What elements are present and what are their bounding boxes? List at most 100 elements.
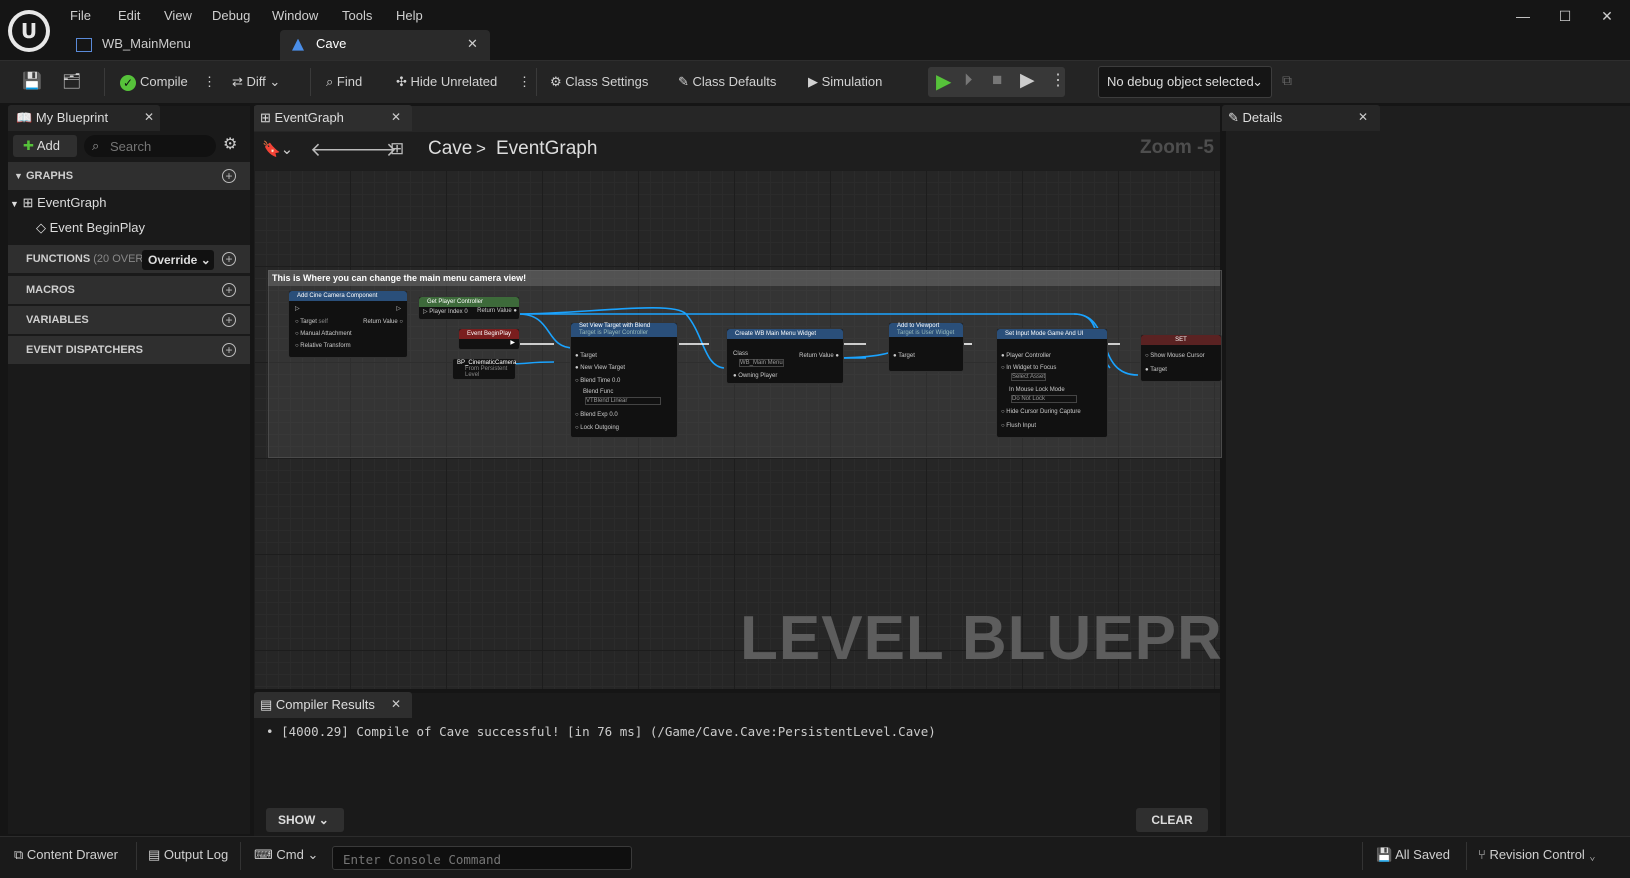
output-log-button[interactable]: ▤ Output Log bbox=[148, 847, 228, 863]
settings-gear-icon[interactable]: ⚙ bbox=[223, 134, 237, 154]
hide-cursor-pin[interactable]: ○ Hide Cursor During Capture bbox=[1001, 409, 1081, 415]
compile-options-icon[interactable]: ⋮ bbox=[203, 70, 216, 94]
tree-item-event-beginplay[interactable]: ◇ Event BeginPlay bbox=[36, 220, 145, 236]
hide-unrelated-button[interactable]: ✣ Hide Unrelated bbox=[396, 70, 497, 94]
step-icon[interactable]: ⏵ bbox=[964, 70, 973, 90]
blend-func-select[interactable]: VTBlend Linear bbox=[585, 397, 661, 405]
exec-in-pin[interactable]: ▷ bbox=[295, 305, 300, 312]
menu-edit[interactable]: Edit bbox=[112, 6, 146, 25]
diff-button[interactable]: ⇄ Diff ⌄ bbox=[232, 70, 280, 94]
menu-debug[interactable]: Debug bbox=[206, 6, 256, 25]
node-add-camera[interactable]: Add Cine Camera Component ▷ ▷ ○ Target s… bbox=[288, 290, 408, 358]
menu-view[interactable]: View bbox=[158, 6, 198, 25]
node-event-beginplay[interactable]: Event BeginPlay ▶ bbox=[458, 328, 520, 350]
browse-icon[interactable]: 🗂 bbox=[62, 70, 81, 94]
blend-exp-pin[interactable]: ○ Blend Exp 0.0 bbox=[575, 412, 618, 418]
target-pin[interactable]: ● Target bbox=[1145, 367, 1167, 373]
revision-control-button[interactable]: ⑂ Revision Control ⌄ bbox=[1478, 847, 1596, 862]
simulation-button[interactable]: ▶ Simulation bbox=[808, 70, 882, 94]
stop-icon[interactable]: ■ bbox=[992, 70, 1002, 90]
target-pin[interactable]: ● Target bbox=[893, 353, 915, 359]
all-saved-button[interactable]: 💾 All Saved bbox=[1376, 847, 1450, 863]
bookmark-icon[interactable]: 🔖⌄ bbox=[262, 140, 293, 158]
node-get-player-controller[interactable]: Get Player Controller ▷ Player Index 0 R… bbox=[418, 296, 520, 320]
find-button[interactable]: ⌕ Find bbox=[326, 70, 362, 94]
clear-button[interactable]: CLEAR bbox=[1136, 808, 1208, 832]
add-macro-icon[interactable]: + bbox=[222, 283, 236, 297]
eject-icon[interactable]: ▶ bbox=[1020, 69, 1035, 92]
debug-find-icon[interactable]: ⧉ bbox=[1282, 72, 1292, 89]
debug-object-select[interactable]: No debug object selected ⌄ bbox=[1098, 66, 1272, 98]
show-cursor-pin[interactable]: ○ Show Mouse Cursor bbox=[1145, 353, 1205, 359]
close-tab-icon[interactable]: ✕ bbox=[391, 697, 401, 711]
relative-transform-pin[interactable]: ○ Relative Transform bbox=[295, 343, 351, 349]
add-button[interactable]: ✚ Add bbox=[13, 135, 77, 157]
class-defaults-button[interactable]: ✎ Class Defaults bbox=[678, 70, 776, 94]
add-function-icon[interactable]: + bbox=[222, 252, 236, 266]
owning-player-pin[interactable]: ● Owning Player bbox=[733, 373, 777, 379]
search-input[interactable] bbox=[108, 137, 212, 155]
return-pin[interactable]: Return Value ● bbox=[477, 308, 517, 314]
menu-file[interactable]: File bbox=[64, 6, 97, 25]
player-controller-pin[interactable]: ● Player Controller bbox=[1001, 353, 1051, 359]
close-panel-icon[interactable]: ✕ bbox=[1358, 110, 1368, 124]
close-tab-icon[interactable]: ✕ bbox=[467, 36, 478, 52]
breadcrumb-root[interactable]: Cave bbox=[428, 138, 472, 160]
lock-mode-select[interactable]: Do Not Lock bbox=[1011, 395, 1077, 403]
close-window-icon[interactable]: ✕ bbox=[1586, 2, 1628, 30]
node-set-input-mode[interactable]: Set Input Mode Game And UI ● Player Cont… bbox=[996, 328, 1108, 438]
focus-select[interactable]: Select Asset bbox=[1011, 373, 1047, 381]
widget-focus-pin[interactable]: ○ In Widget to Focus bbox=[1001, 365, 1056, 371]
compile-button[interactable]: ✓ Compile bbox=[120, 70, 188, 94]
graphs-section[interactable]: ▼ GRAPHS bbox=[8, 162, 250, 190]
menu-tools[interactable]: Tools bbox=[336, 6, 378, 25]
exec-out-pin[interactable]: ▷ bbox=[396, 305, 401, 312]
return-pin[interactable]: Return Value ● bbox=[799, 353, 839, 359]
class-settings-button[interactable]: ⚙ Class Settings bbox=[550, 70, 648, 94]
exec-out-pin[interactable]: ▶ bbox=[510, 339, 515, 346]
node-create-widget[interactable]: Create WB Main Menu Widget Class WB_Main… bbox=[726, 328, 844, 384]
variables-section[interactable]: VARIABLES bbox=[8, 306, 250, 334]
target-pin[interactable]: ● Target bbox=[575, 353, 597, 359]
breadcrumb-leaf[interactable]: EventGraph bbox=[496, 138, 597, 160]
play-icon[interactable]: ▶ bbox=[936, 69, 951, 94]
return-pin[interactable]: Return Value ○ bbox=[363, 319, 403, 325]
manual-attach-pin[interactable]: ○ Manual Attachment bbox=[295, 331, 352, 337]
details-tab[interactable]: ✎ Details bbox=[1222, 105, 1380, 131]
close-tab-icon[interactable]: ✕ bbox=[391, 110, 401, 124]
flush-input-pin[interactable]: ○ Flush Input bbox=[1001, 423, 1036, 429]
node-set-show-cursor[interactable]: SET ○ Show Mouse Cursor ● Target bbox=[1140, 334, 1222, 382]
menu-window[interactable]: Window bbox=[266, 6, 324, 25]
event-dispatchers-section[interactable]: EVENT DISPATCHERS bbox=[8, 336, 250, 364]
more-options-icon[interactable]: ⋮ bbox=[518, 70, 531, 94]
compiler-results-tab[interactable]: ▤ Compiler Results bbox=[254, 692, 412, 718]
console-command-input[interactable] bbox=[341, 850, 625, 868]
save-icon[interactable]: 💾 bbox=[22, 70, 42, 94]
target-pin[interactable]: ○ Target self bbox=[295, 319, 328, 325]
content-drawer-button[interactable]: ⧉ Content Drawer bbox=[14, 847, 118, 863]
blend-time-pin[interactable]: ○ Blend Time 0.0 bbox=[575, 378, 620, 384]
maximize-icon[interactable]: ☐ bbox=[1544, 2, 1586, 30]
menu-help[interactable]: Help bbox=[390, 6, 429, 25]
my-blueprint-tab[interactable]: 📖 My Blueprint bbox=[8, 105, 160, 131]
node-set-view-target[interactable]: Set View Target with Blend Target is Play… bbox=[570, 322, 678, 438]
minimize-icon[interactable]: — bbox=[1502, 2, 1544, 30]
tree-item-eventgraph[interactable]: ▼ ⊞ EventGraph bbox=[10, 195, 106, 211]
add-dispatcher-icon[interactable]: + bbox=[222, 343, 236, 357]
show-button[interactable]: SHOW ⌄ bbox=[266, 808, 344, 832]
add-variable-icon[interactable]: + bbox=[222, 313, 236, 327]
tab-wb-mainmenu[interactable]: WB_MainMenu bbox=[76, 30, 266, 58]
close-panel-icon[interactable]: ✕ bbox=[144, 110, 154, 124]
class-pin[interactable]: Class bbox=[733, 351, 748, 357]
macros-section[interactable]: MACROS bbox=[8, 276, 250, 304]
new-view-target-pin[interactable]: ● New View Target bbox=[575, 365, 625, 371]
eventgraph-tab[interactable]: ⊞ EventGraph bbox=[254, 105, 412, 131]
cmd-dropdown[interactable]: ⌨ Cmd ⌄ bbox=[254, 847, 318, 863]
play-options-icon[interactable]: ⋮ bbox=[1050, 70, 1066, 90]
node-add-viewport[interactable]: Add to Viewport Target is User Widget ● T… bbox=[888, 322, 964, 372]
class-select[interactable]: WB_Main Menu bbox=[739, 359, 784, 367]
lock-outgoing-pin[interactable]: ○ Lock Outgoing bbox=[575, 425, 619, 431]
node-cinematic-camera[interactable]: BP_CinematicCamera From Persistent Level bbox=[452, 358, 516, 380]
add-graph-icon[interactable]: + bbox=[222, 169, 236, 183]
player-index-pin[interactable]: ▷ Player Index 0 bbox=[423, 308, 468, 315]
